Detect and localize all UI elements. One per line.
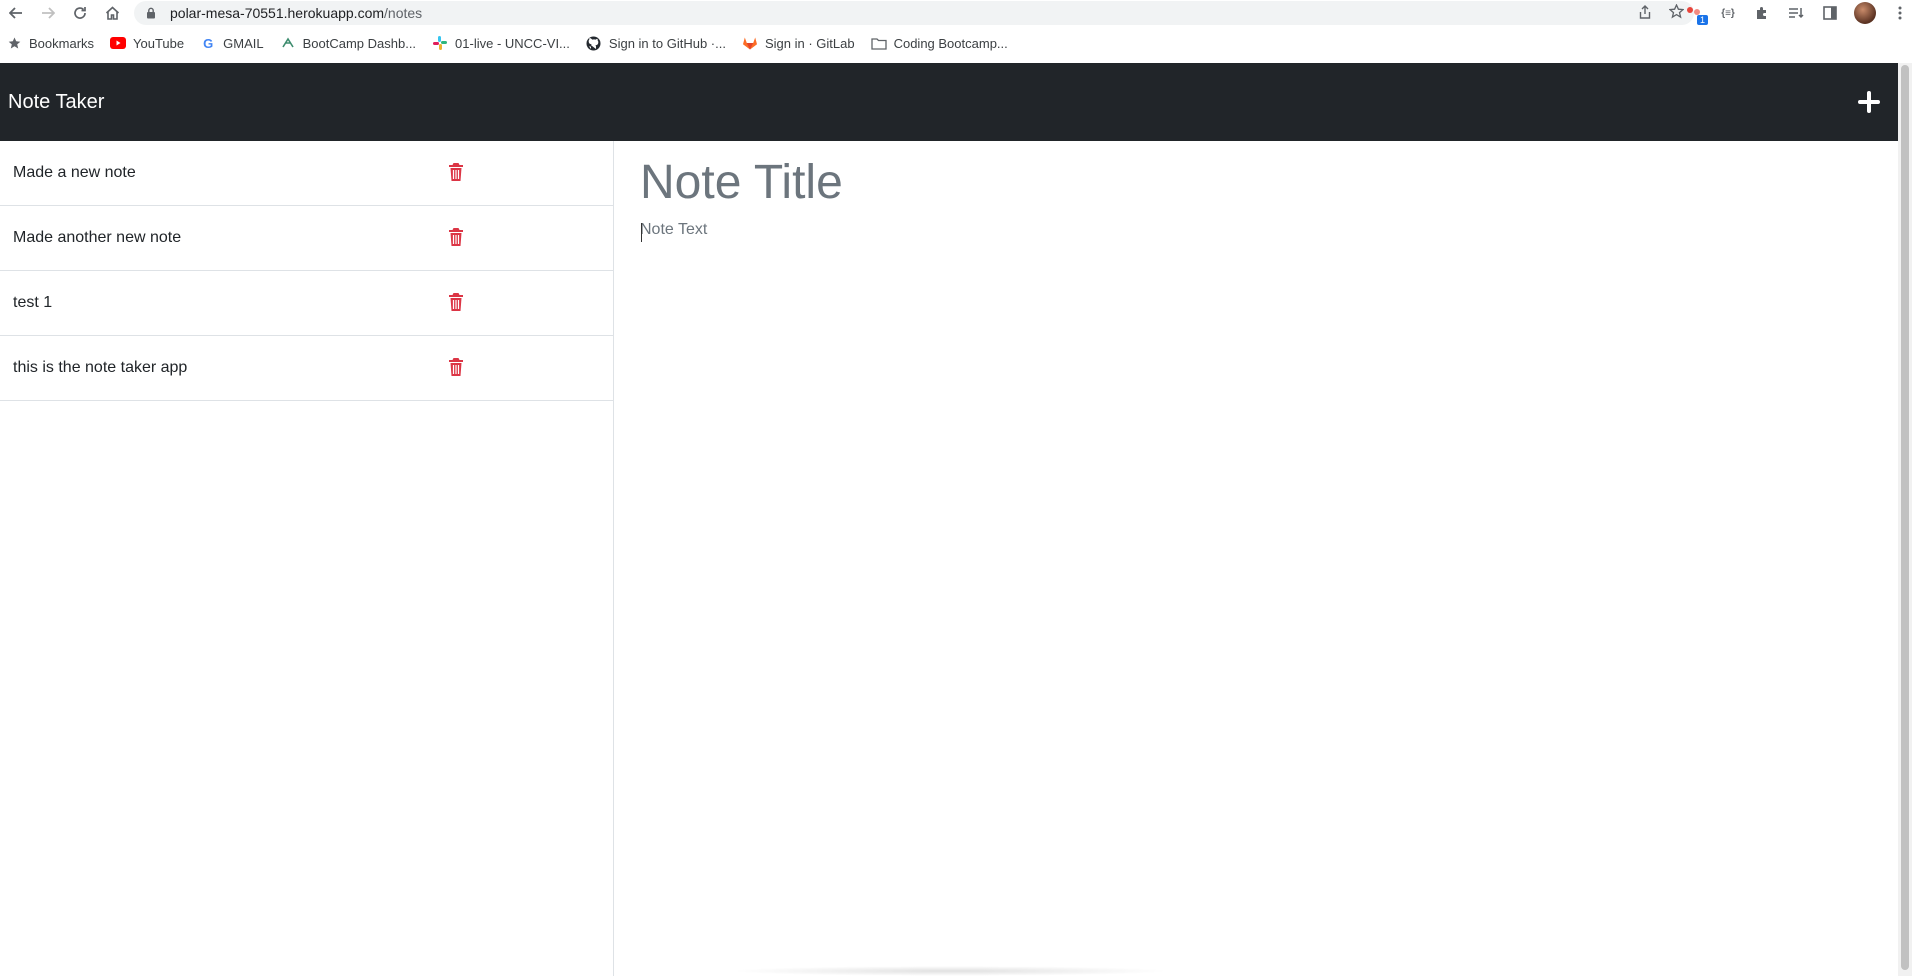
youtube-icon bbox=[110, 35, 127, 51]
profile-avatar[interactable] bbox=[1854, 2, 1876, 24]
home-button[interactable] bbox=[96, 0, 128, 26]
note-editor bbox=[615, 141, 1898, 976]
note-list-title: test 1 bbox=[13, 294, 53, 311]
puzzle-icon[interactable] bbox=[1752, 3, 1772, 23]
reading-list-icon[interactable] bbox=[1786, 3, 1806, 23]
bookmark-gitlab[interactable]: Sign in · GitLab bbox=[742, 35, 855, 51]
new-note-button[interactable] bbox=[1856, 89, 1882, 115]
bookmark-github[interactable]: Sign in to GitHub ·... bbox=[586, 35, 726, 51]
url-path: /notes bbox=[384, 5, 423, 21]
extension-badge-icon[interactable]: 1 bbox=[1684, 3, 1708, 25]
bookmark-label: GMAIL bbox=[223, 35, 264, 51]
slack-icon bbox=[432, 35, 448, 51]
lock-icon bbox=[146, 6, 160, 20]
json-viewer-extension-icon[interactable]: {≡} bbox=[1718, 3, 1738, 23]
trash-icon bbox=[449, 358, 463, 376]
trash-icon bbox=[449, 163, 463, 181]
notes-list: Made a new note Made another new note te… bbox=[0, 141, 614, 976]
bookmark-label: Bookmarks bbox=[29, 35, 95, 51]
delete-note-button[interactable] bbox=[448, 162, 464, 184]
arrow-left-icon bbox=[9, 7, 22, 19]
note-list-item[interactable]: Made another new note bbox=[0, 206, 613, 271]
app-brand[interactable]: Note Taker bbox=[8, 91, 104, 114]
bookmark-label: BootCamp Dashb... bbox=[302, 35, 417, 51]
bookmark-label: Coding Bootcamp... bbox=[893, 35, 1008, 51]
bookmark-youtube[interactable]: YouTube bbox=[110, 35, 184, 51]
bookmark-label: Sign in to GitHub ·... bbox=[608, 35, 726, 51]
reload-button[interactable] bbox=[64, 0, 96, 26]
star-icon bbox=[6, 35, 22, 51]
plus-icon bbox=[1858, 91, 1880, 113]
note-list-item[interactable]: test 1 bbox=[0, 271, 613, 336]
note-list-item[interactable]: this is the note taker app bbox=[0, 336, 613, 401]
google-icon: G bbox=[203, 35, 214, 51]
bootcamp-icon bbox=[280, 35, 296, 51]
bookmark-bookmarks[interactable]: Bookmarks bbox=[6, 35, 94, 51]
browser-toolbar: polar-mesa-70551.herokuapp.com/notes 1 {… bbox=[0, 0, 1912, 26]
bookmark-label: YouTube bbox=[133, 35, 185, 51]
reload-icon bbox=[74, 7, 86, 19]
bookmark-slack[interactable]: 01-live - UNCC-VI... bbox=[432, 35, 570, 51]
address-bar[interactable]: polar-mesa-70551.herokuapp.com/notes bbox=[134, 1, 1694, 25]
text-cursor bbox=[641, 223, 642, 242]
url-host: polar-mesa-70551.herokuapp.com bbox=[170, 5, 385, 21]
note-list-title: Made another new note bbox=[13, 229, 182, 246]
github-icon bbox=[586, 35, 602, 51]
bookmark-star-icon[interactable] bbox=[1668, 3, 1685, 22]
note-title-input[interactable] bbox=[640, 155, 1840, 210]
trash-icon bbox=[449, 228, 463, 246]
bookmarks-bar: Bookmarks YouTube G GMAIL BootCamp Dashb… bbox=[0, 30, 1912, 56]
app-navbar: Note Taker bbox=[0, 63, 1898, 141]
delete-note-button[interactable] bbox=[448, 357, 464, 379]
bookmark-bootcamp[interactable]: BootCamp Dashb... bbox=[280, 35, 416, 51]
extensions-area: 1 {≡} bbox=[1684, 0, 1910, 26]
arrow-right-icon bbox=[42, 7, 55, 19]
kebab-menu-icon[interactable] bbox=[1890, 3, 1910, 23]
share-icon[interactable] bbox=[1639, 4, 1651, 22]
trash-icon bbox=[449, 293, 463, 311]
note-text-textarea[interactable] bbox=[640, 221, 1840, 821]
gitlab-icon bbox=[742, 35, 758, 51]
folder-icon bbox=[870, 35, 887, 51]
bookmark-label: Sign in · GitLab bbox=[764, 35, 855, 51]
home-icon bbox=[105, 6, 119, 20]
note-list-item[interactable]: Made a new note bbox=[0, 141, 613, 206]
extension-badge-count: 1 bbox=[1696, 15, 1708, 25]
scrollbar-thumb[interactable] bbox=[1901, 65, 1909, 970]
note-list-title: this is the note taker app bbox=[13, 359, 188, 376]
delete-note-button[interactable] bbox=[448, 227, 464, 249]
bookmark-folder-coding-bootcamp[interactable]: Coding Bootcamp... bbox=[870, 35, 1008, 51]
bookmark-label: 01-live - UNCC-VI... bbox=[455, 35, 570, 51]
bookmark-gmail[interactable]: G GMAIL bbox=[200, 35, 264, 51]
side-panel-icon[interactable] bbox=[1820, 3, 1840, 23]
back-button[interactable] bbox=[0, 0, 32, 26]
page-scrollbar[interactable] bbox=[1898, 63, 1912, 976]
forward-button[interactable] bbox=[32, 0, 64, 26]
note-list-title: Made a new note bbox=[13, 164, 136, 181]
bottom-shadow bbox=[730, 966, 1170, 976]
delete-note-button[interactable] bbox=[448, 292, 464, 314]
